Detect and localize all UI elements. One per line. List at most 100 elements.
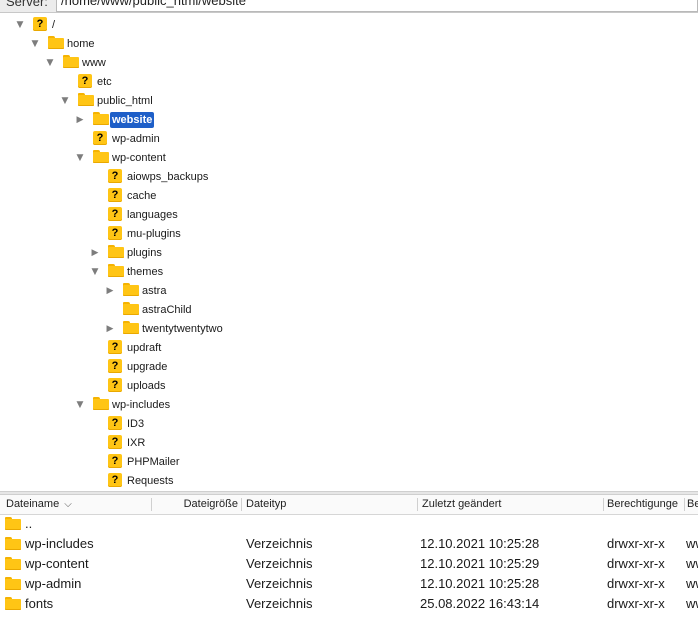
folder-icon [108,245,124,259]
tree-node[interactable]: ▼? / [0,16,698,35]
remote-path-input[interactable]: /home/www/public_html/website [56,0,698,12]
tree-node-label[interactable]: www [80,55,108,71]
unknown-folder-icon: ? [108,473,124,487]
tree-node[interactable]: ? IXR [0,434,698,453]
folder-icon [123,321,139,335]
cell-modified: 12.10.2021 10:25:28 [420,536,540,551]
tree-node-label[interactable]: home [65,36,97,52]
column-header-permissions[interactable]: Berechtigunge [607,498,683,510]
tree-node-label[interactable]: website [110,112,155,128]
unknown-folder-icon: ? [108,359,124,373]
remote-directory-tree[interactable]: ▼? / ▼ home ▼ www? etc ▼ public_html ▶ website? wp-… [0,14,698,491]
collapse-arrow-icon[interactable]: ▼ [59,95,71,107]
tree-node-label[interactable]: cache [125,188,158,204]
column-divider[interactable] [603,498,604,511]
file-row[interactable]: wp-content Verzeichnis 12.10.2021 10:25:29… [0,554,698,574]
folder-icon [93,112,109,126]
tree-node[interactable]: ? etc [0,73,698,92]
tree-node[interactable]: ▼ themes [0,263,698,282]
collapse-arrow-icon[interactable]: ▼ [74,152,86,164]
tree-node[interactable]: ? PHPMailer [0,453,698,472]
expand-arrow-icon[interactable]: ▶ [74,114,86,126]
tree-node-label[interactable]: PHPMailer [125,454,182,470]
cell-filename: wp-content [25,556,89,571]
expand-arrow-icon[interactable]: ▶ [104,323,116,335]
cell-filename: wp-includes [25,536,94,551]
collapse-arrow-icon[interactable]: ▼ [29,38,41,50]
expand-arrow-icon[interactable]: ▶ [104,285,116,297]
tree-node[interactable]: ? wp-admin [0,130,698,149]
tree-node[interactable]: ▼ public_html [0,92,698,111]
tree-node[interactable]: ? mu-plugins [0,225,698,244]
file-list-header: Dateiname ⌵ Dateigröße Dateityp Zuletzt g… [0,495,698,515]
tree-node-label[interactable]: mu-plugins [125,226,183,242]
column-header-filetype[interactable]: Dateityp [246,498,414,510]
tree-node-label[interactable]: astraChild [140,302,194,318]
tree-node[interactable]: ▶ twentytwentytwo [0,320,698,339]
tree-node[interactable]: ? ID3 [0,415,698,434]
tree-node-label[interactable]: themes [125,264,165,280]
tree-node-label[interactable]: plugins [125,245,164,261]
folder-icon [123,302,139,316]
unknown-folder-icon: ? [33,17,49,31]
tree-node-label[interactable]: ID3 [125,416,146,432]
remote-file-list[interactable]: Dateiname ⌵ Dateigröße Dateityp Zuletzt g… [0,495,698,628]
cell-owner: ww [686,556,698,571]
tree-node[interactable]: ? uploads [0,377,698,396]
collapse-arrow-icon[interactable]: ▼ [89,266,101,278]
tree-node-label[interactable]: languages [125,207,180,223]
cell-owner: ww [686,576,698,591]
tree-node-label[interactable]: wp-content [110,150,168,166]
folder-icon [93,150,109,164]
tree-node[interactable]: ▶ astra [0,282,698,301]
unknown-folder-icon: ? [78,74,94,88]
file-row[interactable]: .. [0,514,698,534]
tree-node[interactable]: ? languages [0,206,698,225]
tree-node-label[interactable]: aiowps_backups [125,169,210,185]
file-row[interactable]: fonts Verzeichnis 25.08.2022 16:43:14 drwxr… [0,594,698,614]
tree-node[interactable]: ▼ wp-content [0,149,698,168]
collapse-arrow-icon[interactable]: ▼ [44,57,56,69]
tree-node-label[interactable]: upgrade [125,359,169,375]
tree-node[interactable]: ? updraft [0,339,698,358]
tree-node[interactable]: ? cache [0,187,698,206]
tree-node-label[interactable]: wp-admin [110,131,162,147]
column-divider[interactable] [684,498,685,511]
collapse-arrow-icon[interactable]: ▼ [14,19,26,31]
tree-node-label[interactable]: uploads [125,378,168,394]
folder-icon [5,537,21,550]
tree-node-label[interactable]: / [50,17,57,33]
tree-node-label[interactable]: IXR [125,435,147,451]
cell-filename: .. [25,516,33,531]
tree-node-label[interactable]: Requests [125,473,175,489]
tree-node-label[interactable]: updraft [125,340,163,356]
column-header-filesize[interactable]: Dateigröße [156,498,238,510]
tree-node[interactable]: ? Requests [0,472,698,491]
file-row[interactable]: wp-admin Verzeichnis 12.10.2021 10:25:28 dr… [0,574,698,594]
column-divider[interactable] [241,498,242,511]
tree-node-label[interactable]: etc [95,74,114,90]
cell-permissions: drwxr-xr-x [607,596,665,611]
tree-node-label[interactable]: wp-includes [110,397,172,413]
tree-node[interactable]: ? aiowps_backups [0,168,698,187]
tree-node[interactable]: ▶ website [0,111,698,130]
column-header-owner[interactable]: Be [687,498,698,510]
column-divider[interactable] [151,498,152,511]
tree-node[interactable]: ? upgrade [0,358,698,377]
tree-node-label[interactable]: twentytwentytwo [140,321,225,337]
unknown-folder-icon: ? [108,340,124,354]
tree-node-label[interactable]: astra [140,283,168,299]
tree-node[interactable]: ▶ plugins [0,244,698,263]
tree-node[interactable]: ▼ home [0,35,698,54]
column-divider[interactable] [417,498,418,511]
collapse-arrow-icon[interactable]: ▼ [74,399,86,411]
file-row[interactable]: wp-includes Verzeichnis 12.10.2021 10:25:2… [0,534,698,554]
folder-icon [123,283,139,297]
tree-node[interactable]: ▼ wp-includes [0,396,698,415]
expand-arrow-icon[interactable]: ▶ [89,247,101,259]
column-header-filename[interactable]: Dateiname ⌵ [6,498,146,510]
tree-node-label[interactable]: public_html [95,93,155,109]
column-header-modified[interactable]: Zuletzt geändert [422,498,600,510]
tree-node[interactable]: astraChild [0,301,698,320]
tree-node[interactable]: ▼ www [0,54,698,73]
